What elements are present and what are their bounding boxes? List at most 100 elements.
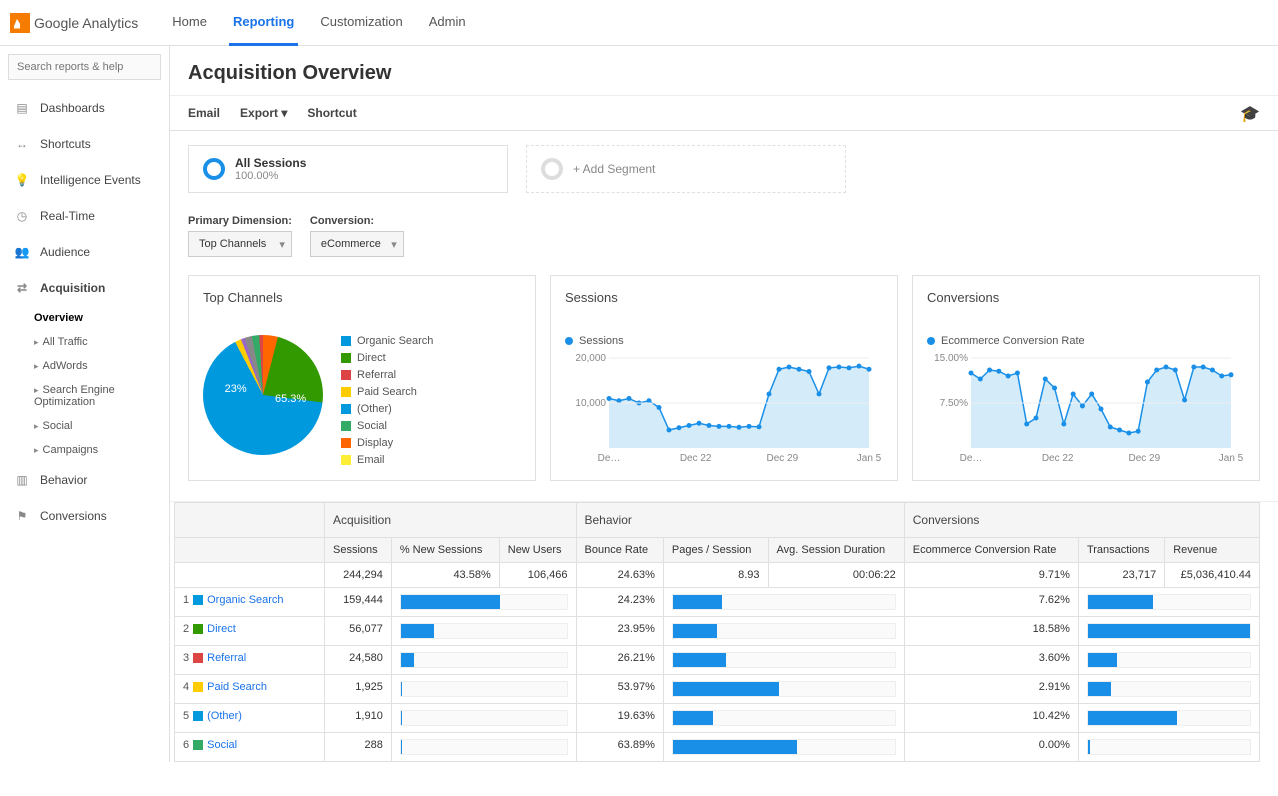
row-link-paid-search[interactable]: Paid Search — [207, 681, 267, 693]
subitem-campaigns[interactable]: Campaigns — [30, 438, 161, 462]
segment-all-sessions[interactable]: All Sessions 100.00% — [188, 145, 508, 193]
legend-paid-search: Paid Search — [341, 386, 433, 398]
subitem-overview[interactable]: Overview — [30, 306, 161, 330]
email-action[interactable]: Email — [188, 106, 220, 120]
col-bounce-rate[interactable]: Bounce Rate — [576, 538, 663, 563]
conversions-legend: Ecommerce Conversion Rate — [941, 335, 1085, 347]
table-row: 4Paid Search1,92553.97%2.91% — [175, 675, 1260, 704]
row-link-direct[interactable]: Direct — [207, 623, 236, 635]
subitem-social[interactable]: Social — [30, 414, 161, 438]
table-row: 3Referral24,58026.21%3.60% — [175, 646, 1260, 675]
sidebar-item-shortcuts[interactable]: ↔Shortcuts — [8, 126, 161, 162]
dot-icon — [565, 337, 573, 345]
legend-email: Email — [341, 454, 433, 466]
education-icon[interactable]: 🎓 — [1240, 104, 1260, 124]
brand-text: Google Analytics — [34, 15, 138, 31]
col--new-sessions[interactable]: % New Sessions — [391, 538, 499, 563]
pie-second-pct: 23% — [225, 383, 247, 395]
subitem-all-traffic[interactable]: All Traffic — [30, 330, 161, 354]
col-revenue[interactable]: Revenue — [1165, 538, 1260, 563]
primary-dim-select[interactable]: Top Channels — [188, 231, 292, 257]
sidebar: ▤Dashboards↔Shortcuts💡Intelligence Event… — [0, 46, 170, 762]
col-sessions[interactable]: Sessions — [325, 538, 392, 563]
sidebar-item-intelligence-events[interactable]: 💡Intelligence Events — [8, 162, 161, 198]
page-title: Acquisition Overview — [170, 46, 1278, 95]
table-row: 1Organic Search159,44424.23%7.62% — [175, 588, 1260, 617]
svg-text:Dec 22: Dec 22 — [680, 453, 712, 463]
pie-chart: 65.3% 23% — [203, 335, 323, 455]
sidebar-item-acquisition[interactable]: ⇄Acquisition — [8, 270, 161, 306]
table-row: 6Social28863.89%0.00% — [175, 733, 1260, 762]
action-bar: Email Export ▾ Shortcut 🎓 — [170, 95, 1278, 131]
sidebar-item-dashboards[interactable]: ▤Dashboards — [8, 90, 161, 126]
share-icon: ⇄ — [14, 280, 30, 296]
svg-text:Dec 22: Dec 22 — [1042, 453, 1074, 463]
row-link-social[interactable]: Social — [207, 739, 237, 751]
conversion-label: Conversion: — [310, 215, 404, 227]
add-segment[interactable]: + Add Segment — [526, 145, 846, 193]
subitem-search-engine-optimization[interactable]: Search Engine Optimization — [30, 378, 161, 414]
shortcut-action[interactable]: Shortcut — [307, 106, 356, 120]
logo-icon — [10, 13, 30, 33]
dot-icon — [927, 337, 935, 345]
top-channels-title: Top Channels — [203, 290, 521, 305]
dashboard-icon: ▤ — [14, 100, 30, 116]
sidebar-item-real-time[interactable]: ◷Real-Time — [8, 198, 161, 234]
topnav-reporting[interactable]: Reporting — [229, 0, 298, 46]
sessions-title: Sessions — [565, 290, 883, 305]
row-link--other-[interactable]: (Other) — [207, 710, 242, 722]
conversions-chart: 7.50%15.00%De…Dec 22Dec 29Jan 5 — [927, 353, 1245, 463]
search-input[interactable] — [8, 54, 161, 80]
topnav-customization[interactable]: Customization — [316, 0, 406, 46]
svg-text:De…: De… — [960, 453, 983, 463]
col-transactions[interactable]: Transactions — [1078, 538, 1164, 563]
sessions-chart: 10,00020,000De…Dec 22Dec 29Jan 5 — [565, 353, 883, 463]
cards-row: Top Channels 65.3% 23% Organic SearchDir… — [170, 261, 1278, 502]
col-pages-session[interactable]: Pages / Session — [663, 538, 768, 563]
top-channels-card: Top Channels 65.3% 23% Organic SearchDir… — [188, 275, 536, 481]
add-segment-label: + Add Segment — [573, 162, 655, 176]
topnav-home[interactable]: Home — [168, 0, 211, 46]
export-action[interactable]: Export ▾ — [240, 106, 287, 120]
row-link-referral[interactable]: Referral — [207, 652, 246, 664]
logo: Google Analytics — [10, 13, 138, 33]
flag-icon: ⚑ — [14, 508, 30, 524]
svg-text:Jan 5: Jan 5 — [1219, 453, 1244, 463]
segment-row: All Sessions 100.00% + Add Segment — [170, 131, 1278, 207]
segment-pct: 100.00% — [235, 170, 306, 182]
segment-title: All Sessions — [235, 156, 306, 170]
sessions-card: Sessions Sessions 10,00020,000De…Dec 22D… — [550, 275, 898, 481]
svg-text:20,000: 20,000 — [575, 353, 606, 364]
legend-direct: Direct — [341, 352, 433, 364]
conversions-title: Conversions — [927, 290, 1245, 305]
table-wrap: AcquisitionBehaviorConversions Sessions%… — [170, 502, 1278, 762]
col-ecommerce-conversion-rate[interactable]: Ecommerce Conversion Rate — [904, 538, 1078, 563]
subitem-adwords[interactable]: AdWords — [30, 354, 161, 378]
donut-icon — [203, 158, 225, 180]
svg-text:15.00%: 15.00% — [934, 353, 968, 364]
conversions-card: Conversions Ecommerce Conversion Rate 7.… — [912, 275, 1260, 481]
dimension-row: Primary Dimension: Top Channels Conversi… — [170, 207, 1278, 261]
sidebar-item-conversions[interactable]: ⚑Conversions — [8, 498, 161, 534]
sessions-legend: Sessions — [579, 335, 624, 347]
topnav: Home Reporting Customization Admin — [168, 0, 469, 46]
bulb-icon: 💡 — [14, 172, 30, 188]
row-link-organic-search[interactable]: Organic Search — [207, 594, 283, 606]
pie-main-pct: 65.3% — [275, 393, 306, 405]
svg-text:10,000: 10,000 — [575, 398, 606, 409]
pie-legend: Organic SearchDirectReferralPaid Search(… — [341, 335, 433, 466]
conversion-select[interactable]: eCommerce — [310, 231, 404, 257]
donut-icon-grey — [541, 158, 563, 180]
sidebar-item-audience[interactable]: 👥Audience — [8, 234, 161, 270]
topbar: Google Analytics Home Reporting Customizat… — [0, 0, 1278, 46]
sidebar-item-behavior[interactable]: ▥Behavior — [8, 462, 161, 498]
col-avg-session-duration[interactable]: Avg. Session Duration — [768, 538, 904, 563]
topnav-admin[interactable]: Admin — [425, 0, 470, 46]
col-new-users[interactable]: New Users — [499, 538, 576, 563]
main: Acquisition Overview Email Export ▾ Shor… — [170, 46, 1278, 762]
legend-referral: Referral — [341, 369, 433, 381]
svg-text:Dec 29: Dec 29 — [1128, 453, 1160, 463]
svg-text:Jan 5: Jan 5 — [857, 453, 882, 463]
legend--other-: (Other) — [341, 403, 433, 415]
svg-text:Dec 29: Dec 29 — [766, 453, 798, 463]
